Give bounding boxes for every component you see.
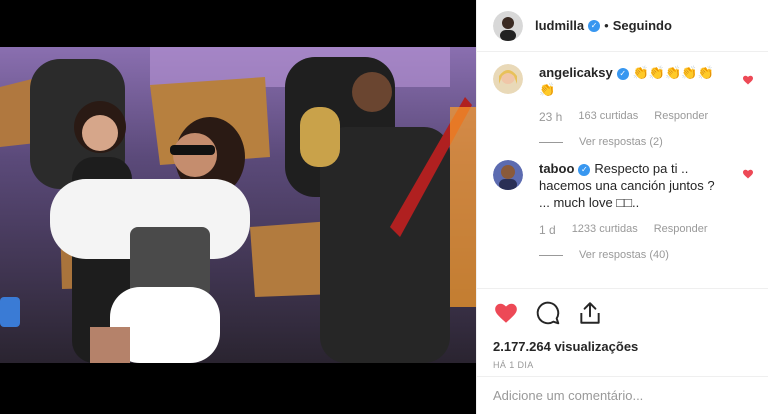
heart-icon[interactable] bbox=[742, 168, 754, 180]
avatar[interactable] bbox=[493, 10, 523, 41]
comment-time[interactable]: 1 d bbox=[539, 223, 556, 237]
heart-icon[interactable] bbox=[742, 74, 754, 86]
add-comment-placeholder: Adicione um comentário... bbox=[493, 388, 644, 403]
avatar[interactable] bbox=[493, 64, 523, 94]
view-replies-label: Ver respostas (2) bbox=[579, 136, 663, 148]
view-replies-button[interactable]: Ver respostas (2) bbox=[539, 136, 729, 148]
comments-list: angelicaksy ✓ 👏👏👏👏👏👏 23 h 163 curtidas Res… bbox=[477, 52, 768, 288]
verified-badge-icon: ✓ bbox=[588, 19, 601, 32]
post-actions: 2.177.264 visualizações HÁ 1 DIA bbox=[477, 288, 768, 376]
comment-username[interactable]: angelicaksy bbox=[539, 65, 613, 80]
post-sidebar: ludmilla ✓ • Seguindo angelicaksy ✓ 👏👏👏👏👏👏 bbox=[476, 0, 768, 414]
post-author-username[interactable]: ludmilla bbox=[535, 18, 584, 33]
avatar-image-icon bbox=[493, 64, 523, 94]
comment-likes[interactable]: 163 curtidas bbox=[578, 110, 638, 124]
comment-bubble-icon[interactable] bbox=[535, 300, 561, 326]
separator-dot: • bbox=[604, 18, 609, 33]
video-player[interactable] bbox=[0, 47, 476, 363]
post-timestamp[interactable]: HÁ 1 DIA bbox=[493, 360, 752, 370]
view-replies-button[interactable]: Ver respostas (40) bbox=[539, 249, 729, 261]
instagram-post: ludmilla ✓ • Seguindo angelicaksy ✓ 👏👏👏👏👏👏 bbox=[0, 0, 768, 414]
share-upload-icon[interactable] bbox=[577, 300, 603, 326]
add-comment-input[interactable]: Adicione um comentário... bbox=[477, 376, 768, 414]
divider-line bbox=[539, 254, 563, 256]
follow-button[interactable]: Seguindo bbox=[613, 18, 672, 33]
avatar[interactable] bbox=[493, 160, 523, 190]
reply-button[interactable]: Responder bbox=[654, 110, 708, 124]
comment-item: taboo ✓ Respecto pa ti .. hacemos una canc… bbox=[493, 160, 754, 261]
post-header: ludmilla ✓ • Seguindo bbox=[477, 0, 768, 52]
comment-item: angelicaksy ✓ 👏👏👏👏👏👏 23 h 163 curtidas Res… bbox=[493, 64, 754, 148]
comment-likes[interactable]: 1233 curtidas bbox=[572, 223, 638, 237]
comment-username[interactable]: taboo bbox=[539, 161, 574, 176]
reply-button[interactable]: Responder bbox=[654, 223, 708, 237]
video-panel bbox=[0, 0, 476, 414]
verified-badge-icon: ✓ bbox=[578, 163, 591, 176]
video-frame bbox=[0, 47, 476, 363]
divider-line bbox=[539, 141, 563, 143]
action-icons bbox=[493, 299, 752, 327]
heart-icon[interactable] bbox=[493, 300, 519, 326]
avatar-image-icon bbox=[493, 160, 523, 190]
comment-time[interactable]: 23 h bbox=[539, 110, 562, 124]
avatar-image-icon bbox=[493, 10, 523, 41]
view-count: 2.177.264 visualizações bbox=[493, 339, 639, 354]
view-replies-label: Ver respostas (40) bbox=[579, 249, 669, 261]
verified-badge-icon: ✓ bbox=[616, 67, 629, 80]
